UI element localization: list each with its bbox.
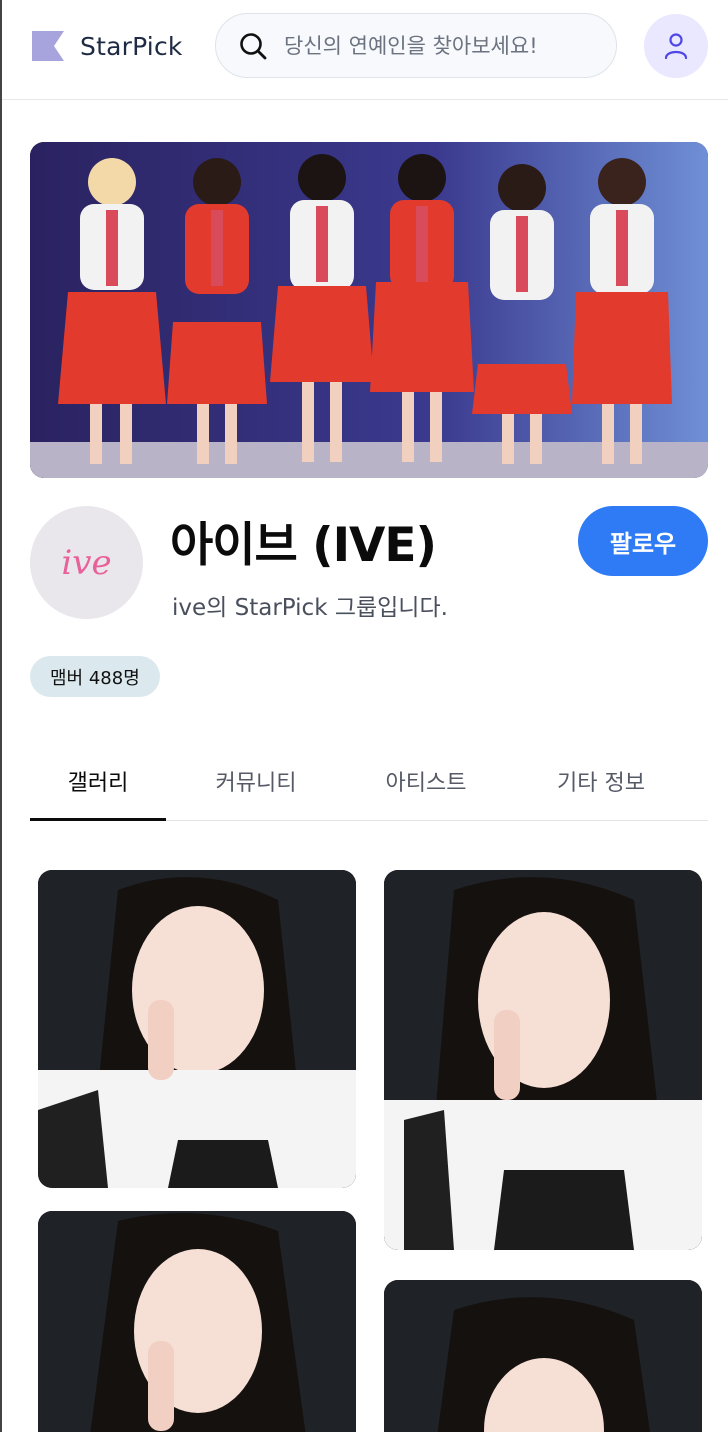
follow-button[interactable]: 팔로우 xyxy=(578,506,708,576)
profile-logo: ive xyxy=(61,542,112,583)
gallery-photo xyxy=(384,1280,702,1432)
gallery-photo xyxy=(38,1211,356,1432)
starpick-logo[interactable]: StarPick xyxy=(30,28,183,64)
user-icon xyxy=(664,33,688,60)
group-name: 아이브 (IVE) xyxy=(170,518,437,573)
tab-community[interactable]: 커뮤니티 xyxy=(166,745,346,817)
gallery-photo xyxy=(384,870,702,1250)
gallery-photo-card[interactable] xyxy=(38,870,356,1188)
user-profile-button[interactable] xyxy=(644,14,708,78)
group-description: ive의 StarPick 그룹입니다. xyxy=(172,595,448,621)
gallery-photo-card[interactable] xyxy=(384,1280,702,1432)
search-icon xyxy=(240,32,267,59)
gallery-photo-card[interactable] xyxy=(384,870,702,1250)
top-header: StarPick xyxy=(2,0,728,100)
search-bar[interactable] xyxy=(215,13,617,78)
logo-text: StarPick xyxy=(80,31,183,61)
tab-gallery[interactable]: 갤러리 xyxy=(30,745,166,821)
group-profile-image: ive xyxy=(30,506,143,619)
gallery-photo-card[interactable] xyxy=(38,1211,356,1432)
tab-other-info[interactable]: 기타 정보 xyxy=(506,745,696,817)
group-banner-image xyxy=(30,142,708,478)
member-count-badge: 맴버 488명 xyxy=(30,656,160,697)
flag-logo-icon xyxy=(32,31,64,61)
gallery-photo xyxy=(38,870,356,1188)
group-tabs: 갤러리 커뮤니티 아티스트 기타 정보 xyxy=(30,745,708,821)
search-input[interactable] xyxy=(284,33,584,58)
tab-artist[interactable]: 아티스트 xyxy=(346,745,506,817)
